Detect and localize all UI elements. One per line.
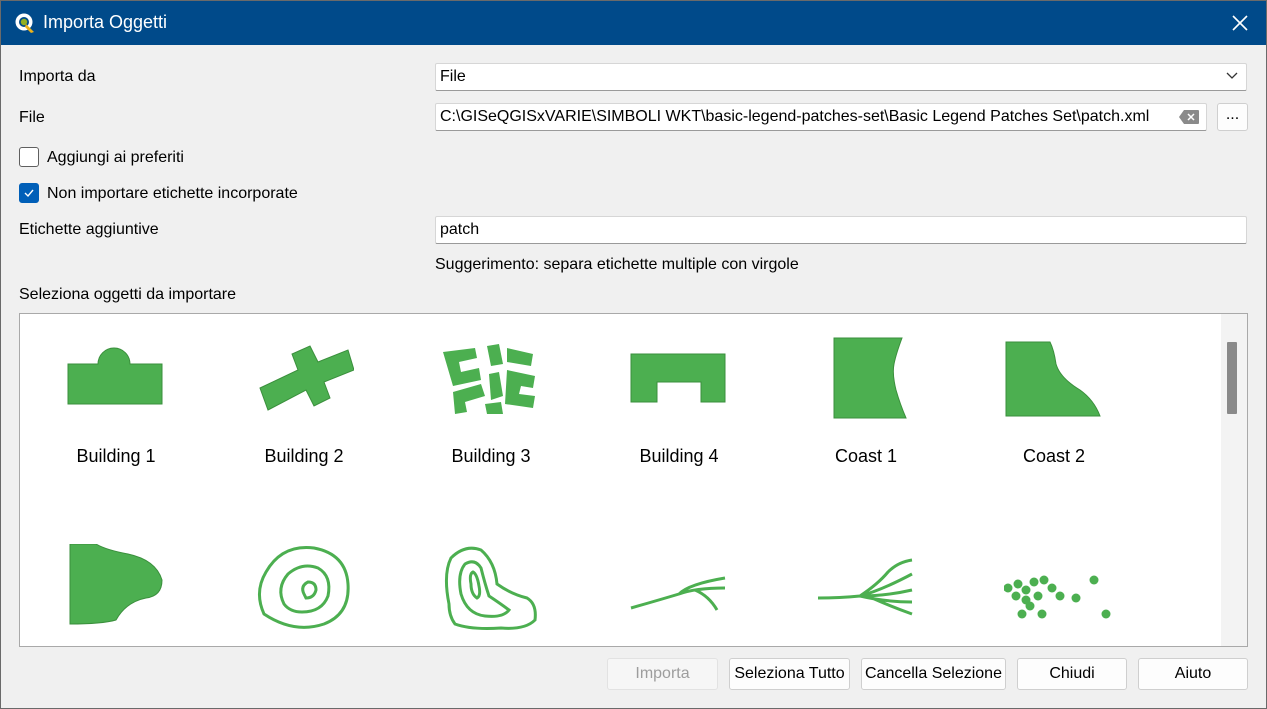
clear-text-icon[interactable] <box>1178 109 1200 125</box>
list-item[interactable]: Building 3 <box>397 314 585 494</box>
list-scrollbar[interactable] <box>1221 314 1247 646</box>
add-favorites-checkbox[interactable] <box>19 147 39 167</box>
list-item[interactable] <box>772 524 960 646</box>
help-button[interactable]: Aiuto <box>1138 658 1248 690</box>
import-button[interactable]: Importa <box>607 658 718 690</box>
list-item[interactable]: Building 1 <box>22 314 210 494</box>
import-from-select[interactable]: File <box>435 63 1247 91</box>
item-name: Building 3 <box>451 446 531 466</box>
item-name: Coast 2 <box>1022 446 1086 466</box>
no-embedded-tags-checkbox[interactable] <box>19 183 39 203</box>
item-name: Building 1 <box>76 446 156 466</box>
list-item[interactable] <box>22 524 210 646</box>
close-button[interactable]: Chiudi <box>1017 658 1127 690</box>
select-all-button[interactable]: Seleziona Tutto <box>729 658 850 690</box>
list-item[interactable]: Building 2 <box>210 314 398 494</box>
points-icon <box>1004 575 1111 619</box>
list-item[interactable]: Coast 2 <box>960 314 1148 494</box>
file-path-input[interactable]: C:\GISeQGISxVARIE\SIMBOLI WKT\basic-lege… <box>435 103 1207 131</box>
extra-tags-label: Etichette aggiuntive <box>19 221 159 238</box>
coast-2-icon <box>1005 341 1101 417</box>
list-item[interactable] <box>960 524 1148 646</box>
qgis-logo-icon <box>15 13 34 33</box>
chevron-down-icon <box>1226 72 1238 79</box>
clear-selection-button[interactable]: Cancella Selezione <box>861 658 1006 690</box>
import-from-value: File <box>440 68 466 85</box>
building-1-icon <box>67 347 163 405</box>
close-window-button[interactable] <box>1214 1 1266 45</box>
close-icon <box>1232 15 1248 31</box>
building-2-icon <box>259 345 354 411</box>
import-from-label: Importa da <box>19 68 96 85</box>
list-item[interactable] <box>585 524 773 646</box>
item-name: Coast 1 <box>834 446 898 466</box>
list-item[interactable] <box>210 524 398 646</box>
checkmark-icon <box>24 189 34 198</box>
add-favorites-label: Aggiungi ai preferiti <box>47 149 184 166</box>
no-embedded-tags-label: Non importare etichette incorporate <box>47 185 298 202</box>
file-path-value: C:\GISeQGISxVARIE\SIMBOLI WKT\basic-lege… <box>440 108 1150 125</box>
coast-1-icon <box>833 337 907 419</box>
river-2-icon <box>817 558 913 616</box>
dialog-title: Importa Oggetti <box>43 12 168 32</box>
extra-tags-value: patch <box>440 221 480 238</box>
building-4-icon <box>630 353 726 403</box>
items-list[interactable]: Building 1 Building 2 Building 3 Buildin… <box>19 313 1248 647</box>
river-1-icon <box>630 576 726 611</box>
list-item[interactable] <box>397 524 585 646</box>
browse-file-button[interactable]: ... <box>1217 103 1248 131</box>
contour-1-icon <box>258 546 350 629</box>
coast-shape-icon <box>69 544 163 625</box>
contour-2-icon <box>444 546 537 630</box>
list-item[interactable]: Building 4 <box>585 314 773 494</box>
extra-tags-input[interactable]: patch <box>435 216 1247 244</box>
list-item[interactable]: Coast 1 <box>772 314 960 494</box>
tags-hint: Suggerimento: separa etichette multiple … <box>435 256 799 273</box>
file-label: File <box>19 109 45 126</box>
item-name: Building 4 <box>639 446 719 466</box>
import-items-dialog: Importa Oggetti Importa da File File C:\… <box>0 0 1267 709</box>
scrollbar-thumb[interactable] <box>1227 342 1237 414</box>
title-bar: Importa Oggetti <box>1 1 1266 45</box>
building-3-icon <box>443 344 535 414</box>
item-name: Building 2 <box>264 446 344 466</box>
select-items-label: Seleziona oggetti da importare <box>19 286 237 303</box>
